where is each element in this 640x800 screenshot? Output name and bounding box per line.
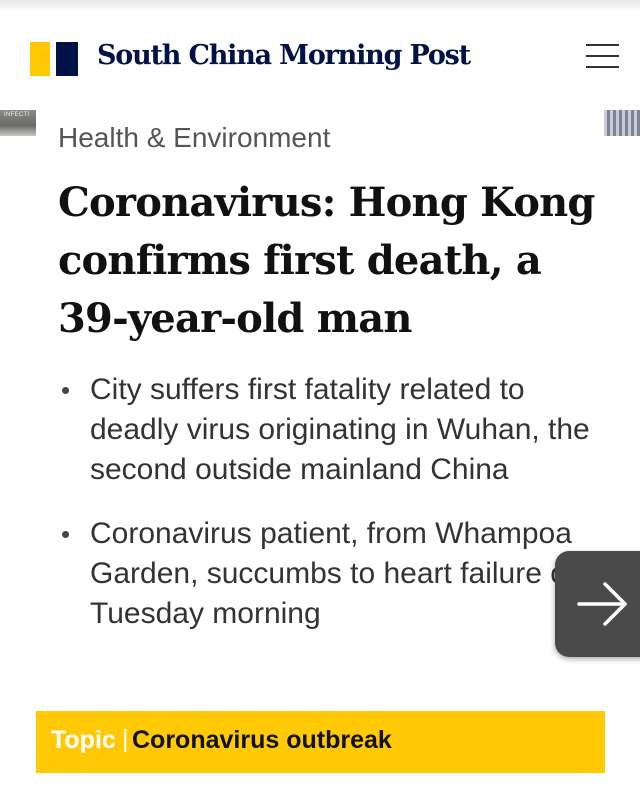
scmp-logo-icon[interactable] [30, 42, 78, 76]
hamburger-menu-icon[interactable] [586, 42, 620, 72]
bullet-icon: • [61, 375, 71, 405]
masthead-title[interactable]: South China Morning Post [97, 40, 471, 71]
logo-yellow-block [30, 42, 50, 76]
topic-link[interactable]: Coronavirus outbreak [132, 726, 392, 755]
article-summary: • City suffers first fatality related to… [58, 370, 598, 658]
summary-text: City suffers first fatality related to d… [90, 373, 590, 486]
logo-navy-block [56, 42, 78, 76]
menu-line [586, 55, 619, 57]
topic-bar[interactable]: Topic | Coronavirus outbreak [36, 711, 605, 773]
menu-line [586, 44, 619, 46]
arrow-right-icon [577, 582, 627, 626]
bullet-icon: • [61, 519, 71, 549]
site-header: South China Morning Post [0, 22, 640, 96]
thumb-left-text: INFECTI [4, 112, 30, 118]
carousel-thumb-left[interactable]: INFECTI [0, 110, 36, 136]
summary-item: • City suffers first fatality related to… [58, 370, 598, 490]
menu-line [586, 66, 619, 68]
top-shadow [0, 0, 640, 12]
topic-label: Topic [51, 726, 116, 754]
topic-separator: | [122, 725, 129, 753]
carousel-thumb-right[interactable] [604, 110, 640, 136]
article-headline: Coronavirus: Hong Kong confirms first de… [58, 179, 595, 342]
section-label[interactable]: Health & Environment [58, 122, 330, 154]
summary-item: • Coronavirus patient, from Whampoa Gard… [58, 514, 598, 634]
summary-text: Coronavirus patient, from Whampoa Garden… [90, 517, 584, 630]
next-article-button[interactable] [555, 551, 640, 657]
